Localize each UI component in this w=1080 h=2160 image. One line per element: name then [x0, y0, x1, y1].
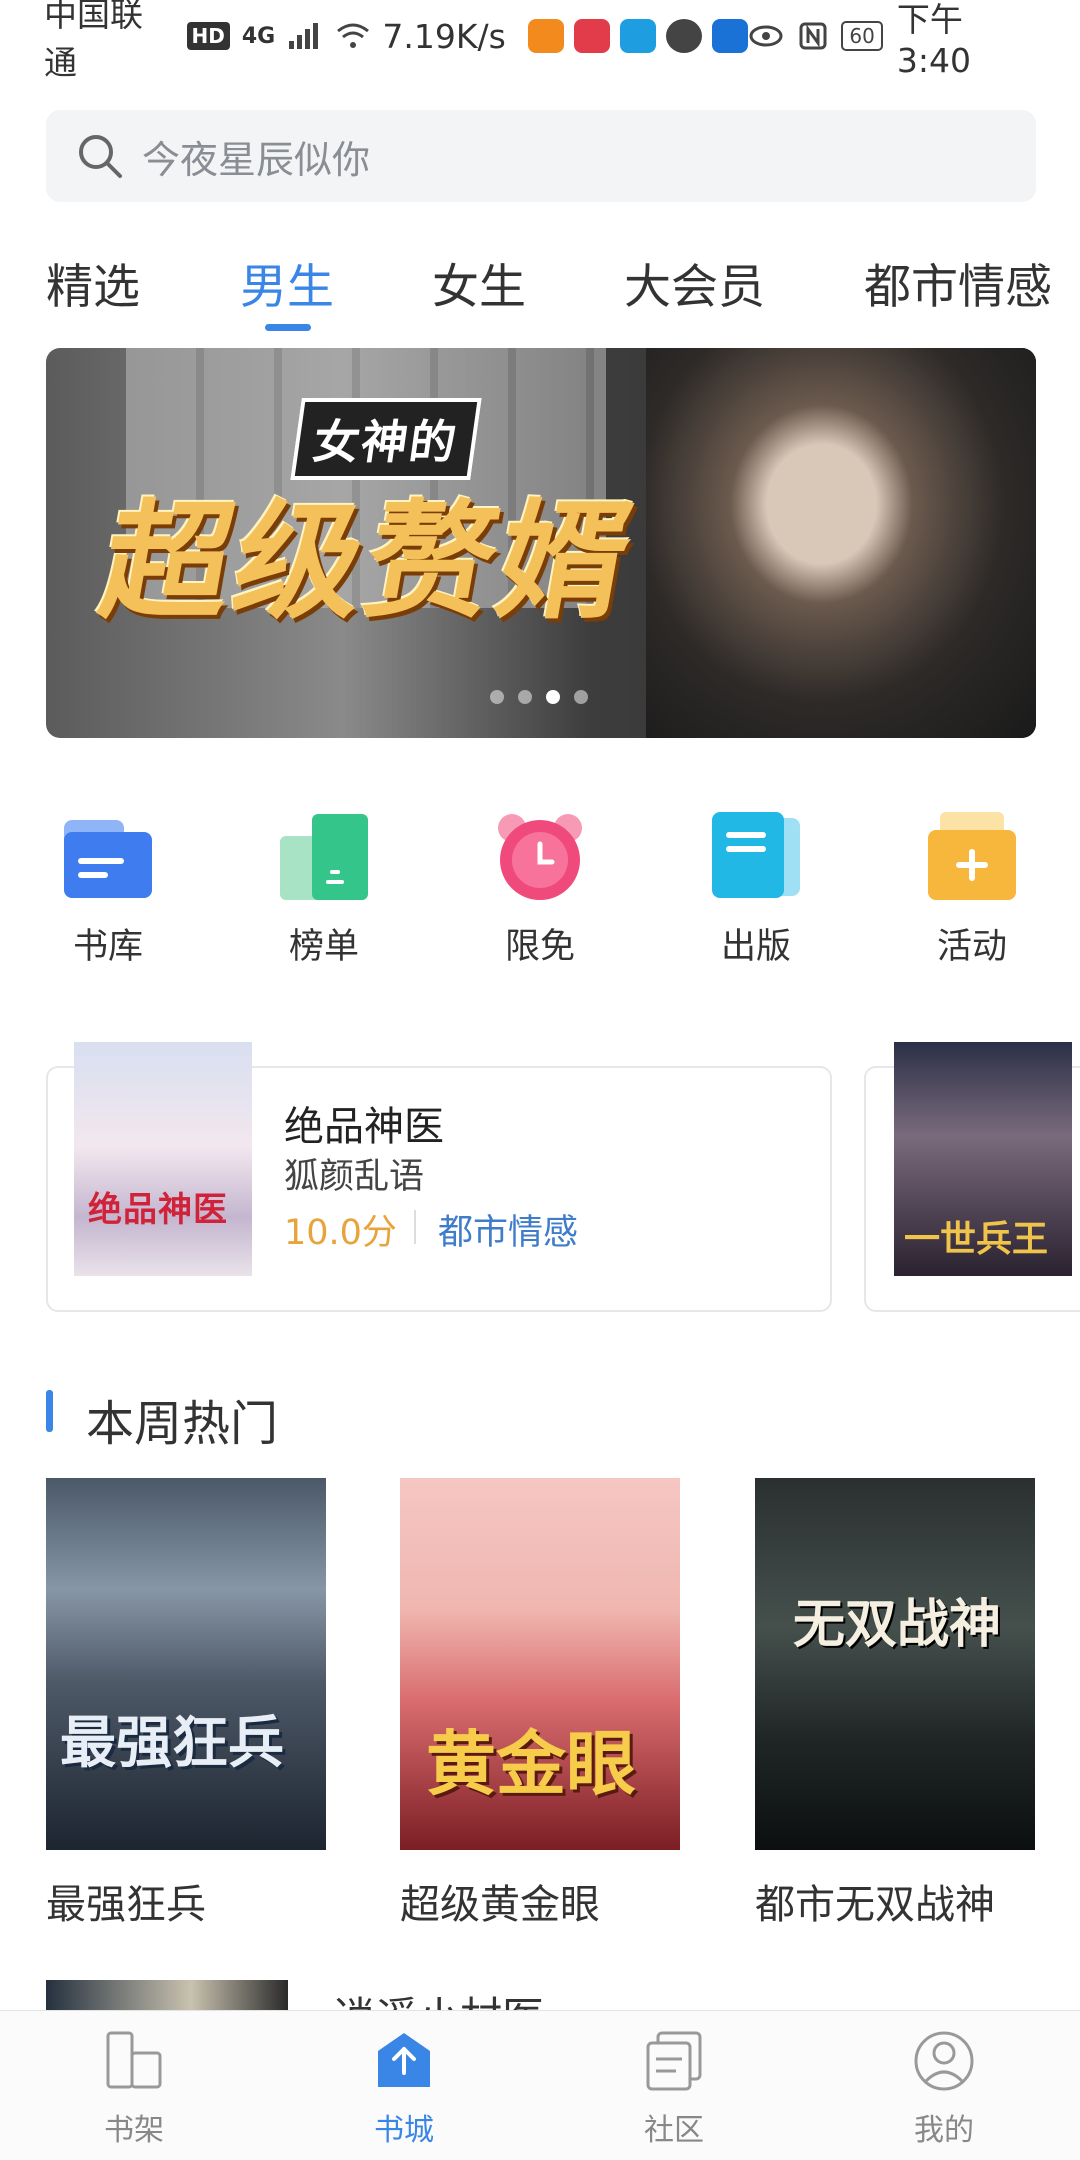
tab-male[interactable]: 男生 [240, 248, 334, 317]
hd-badge: HD [186, 22, 230, 50]
nav-label: 我的 [914, 2113, 974, 2148]
network-label: 4G [241, 23, 276, 49]
bookstore-icon [372, 2029, 436, 2093]
quick-entry-publish[interactable]: 出版 [686, 800, 826, 969]
book-cover[interactable]: 一世兵王 [894, 1042, 1072, 1276]
nav-label: 书架 [104, 2113, 164, 2148]
search-bar[interactable]: 今夜星辰似你 [46, 110, 1036, 202]
nav-label: 社区 [644, 2113, 704, 2148]
eye-icon [749, 25, 783, 47]
book-title[interactable]: 绝品神医 [284, 1094, 444, 1152]
tab-featured[interactable]: 精选 [46, 248, 140, 317]
shop-app-icon [573, 19, 610, 53]
quick-entry-label: 出版 [720, 927, 791, 967]
quick-entry-label: 活动 [936, 927, 1007, 967]
ranking-icon [278, 810, 370, 902]
cover-title: 黄金眼 [426, 1723, 636, 1805]
clock: 下午3:40 [896, 0, 971, 80]
book-cover[interactable]: 黄金眼 [400, 1478, 680, 1850]
banner-character-art [646, 348, 1036, 738]
category-tabs: 精选 男生 女生 大会员 都市情感 [0, 236, 1080, 336]
active-tab-indicator [265, 324, 311, 331]
search-placeholder: 今夜星辰似你 [142, 137, 371, 182]
video-app-icon [527, 19, 564, 53]
tab-urban-romance[interactable]: 都市情感 [864, 248, 1052, 317]
nav-bookstore[interactable]: 书城 [314, 2029, 494, 2149]
shield-app-icon [711, 19, 748, 53]
section-title: 本周热门 [86, 1396, 279, 1452]
nfc-icon [799, 22, 827, 50]
quick-entry-events[interactable]: 活动 [902, 800, 1042, 969]
book-cover[interactable]: 最强狂兵 [46, 1478, 326, 1850]
quick-entry-row: 书库 榜单 限免 出版 活动 [0, 800, 1080, 970]
network-speed: 7.19K/s [382, 16, 506, 56]
banner-pagination [490, 690, 588, 704]
section-accent-bar [46, 1390, 53, 1432]
tab-vip[interactable]: 大会员 [624, 248, 765, 317]
nav-label: 书城 [374, 2113, 434, 2148]
reader-app-icon [619, 19, 656, 53]
alarm-clock-icon [494, 810, 586, 902]
bookshelf-icon [102, 2029, 166, 2093]
nav-bookshelf[interactable]: 书架 [44, 2029, 224, 2149]
quick-entry-ranking[interactable]: 榜单 [254, 800, 394, 969]
quick-entry-label: 限免 [504, 927, 575, 967]
book-score: 10.0分 [284, 1213, 397, 1253]
tab-female[interactable]: 女生 [432, 248, 526, 317]
bookshelf-folder-icon [62, 810, 154, 902]
profile-icon [912, 2029, 976, 2093]
cover-title: 最强狂兵 [60, 1711, 284, 1776]
bookstore-page: 中国联通 HD 4G 7.19K/s 60 下午3:40 今夜星辰似你 精选 男… [0, 0, 1080, 2160]
banner-dot-active[interactable] [546, 690, 560, 704]
wifi-icon [336, 23, 369, 48]
quick-entry-label: 榜单 [288, 927, 359, 967]
search-icon [79, 135, 122, 178]
message-icon [665, 19, 702, 53]
book-author: 狐颜乱语 [284, 1157, 425, 1197]
quick-entry-label: 书库 [72, 927, 143, 967]
quick-entry-free[interactable]: 限免 [470, 800, 610, 969]
carrier-label: 中国联通 [44, 0, 143, 82]
quick-entry-library[interactable]: 书库 [38, 800, 178, 969]
publish-book-icon [710, 810, 802, 902]
book-title[interactable]: 超级黄金眼 [400, 1872, 600, 1930]
book-cover[interactable]: 绝品神医 [74, 1042, 252, 1276]
cover-title: 一世兵王 [904, 1219, 1049, 1260]
banner-title: 超级赘婿 [90, 488, 646, 637]
community-icon [642, 2029, 706, 2093]
banner-dot[interactable] [574, 690, 588, 704]
bottom-navigation: 书架 书城 社区 我的 [0, 2010, 1080, 2160]
cover-title: 绝品神医 [88, 1190, 228, 1230]
promo-banner[interactable]: 女神的 超级赘婿 [46, 348, 1036, 738]
cover-title: 无双战神 [793, 1595, 1002, 1655]
nav-community[interactable]: 社区 [584, 2029, 764, 2149]
banner-dot[interactable] [490, 690, 504, 704]
activity-plus-icon [926, 810, 1018, 902]
book-genre-tag[interactable]: 都市情感 [438, 1204, 578, 1255]
battery-indicator: 60 [841, 21, 883, 51]
status-bar: 中国联通 HD 4G 7.19K/s 60 下午3:40 [0, 0, 1080, 82]
book-title[interactable]: 最强狂兵 [46, 1872, 206, 1930]
divider [414, 1210, 416, 1244]
nav-profile[interactable]: 我的 [854, 2029, 1034, 2149]
banner-dot[interactable] [518, 690, 532, 704]
book-title[interactable]: 都市无双战神 [755, 1872, 995, 1930]
book-cover[interactable]: 无双战神 [755, 1478, 1035, 1850]
signal-icon [289, 23, 319, 49]
